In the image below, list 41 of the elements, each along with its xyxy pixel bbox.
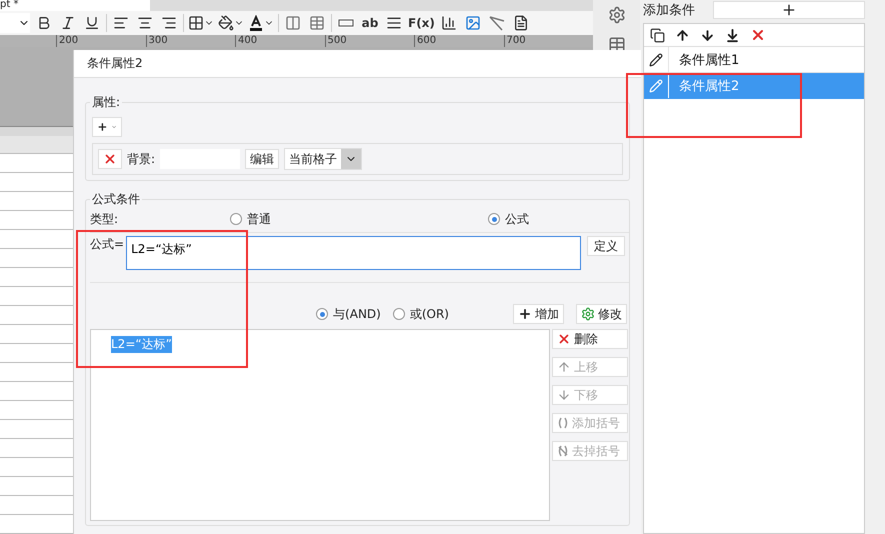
dialog-title: 条件属性2 [74, 50, 641, 78]
pencil-icon [649, 78, 663, 92]
group-label: 公式条件 [90, 191, 142, 208]
font-color-icon[interactable] [248, 13, 274, 34]
caret-icon [110, 123, 117, 131]
plus-icon [97, 120, 108, 134]
panel-title: 添加条件 [643, 2, 696, 19]
type-radio[interactable]: 普通 [230, 210, 488, 228]
modify-button[interactable]: 修改 [576, 304, 627, 324]
add-button[interactable]: 增加 [513, 304, 564, 324]
join-radio[interactable]: 或(OR) [392, 306, 449, 322]
edit-button[interactable]: 编辑 [245, 149, 280, 169]
plus-icon [781, 2, 797, 18]
type-radio[interactable]: 公式 [488, 210, 629, 228]
delete-icon[interactable] [750, 27, 766, 43]
field-label: 背景: [127, 150, 156, 168]
close-icon [103, 152, 117, 166]
group-label: 属性: [90, 94, 122, 111]
remove-button[interactable] [98, 149, 122, 169]
toolbar-button[interactable]: ab [360, 13, 380, 34]
field-label: 类型: [90, 210, 120, 228]
paint-bucket-icon[interactable] [218, 13, 244, 34]
bracket-icon [557, 417, 569, 429]
add-property-button[interactable] [92, 117, 122, 137]
join-radio[interactable]: 与(AND) [316, 306, 381, 322]
remove-bracket-icon [557, 445, 569, 457]
delete-icon [557, 332, 571, 346]
action-button[interactable]: 删除 [552, 329, 628, 349]
plus-icon [518, 307, 532, 321]
scope-select[interactable]: 当前格子 [284, 148, 362, 170]
condition-item[interactable]: 条件属性1 [644, 47, 864, 73]
move-bottom-icon[interactable] [725, 28, 740, 42]
field-label: 公式= [90, 236, 124, 253]
formula-field[interactable]: L2=“达标” [126, 236, 582, 270]
toolbar-button[interactable]: F(x) [408, 13, 435, 34]
copy-icon[interactable] [650, 28, 665, 42]
gear-icon [581, 307, 595, 321]
grid-settings-icon[interactable] [608, 6, 626, 24]
pencil-icon [649, 52, 663, 66]
define-button[interactable]: 定义 [587, 236, 626, 256]
arrow-down-icon[interactable] [700, 28, 715, 42]
